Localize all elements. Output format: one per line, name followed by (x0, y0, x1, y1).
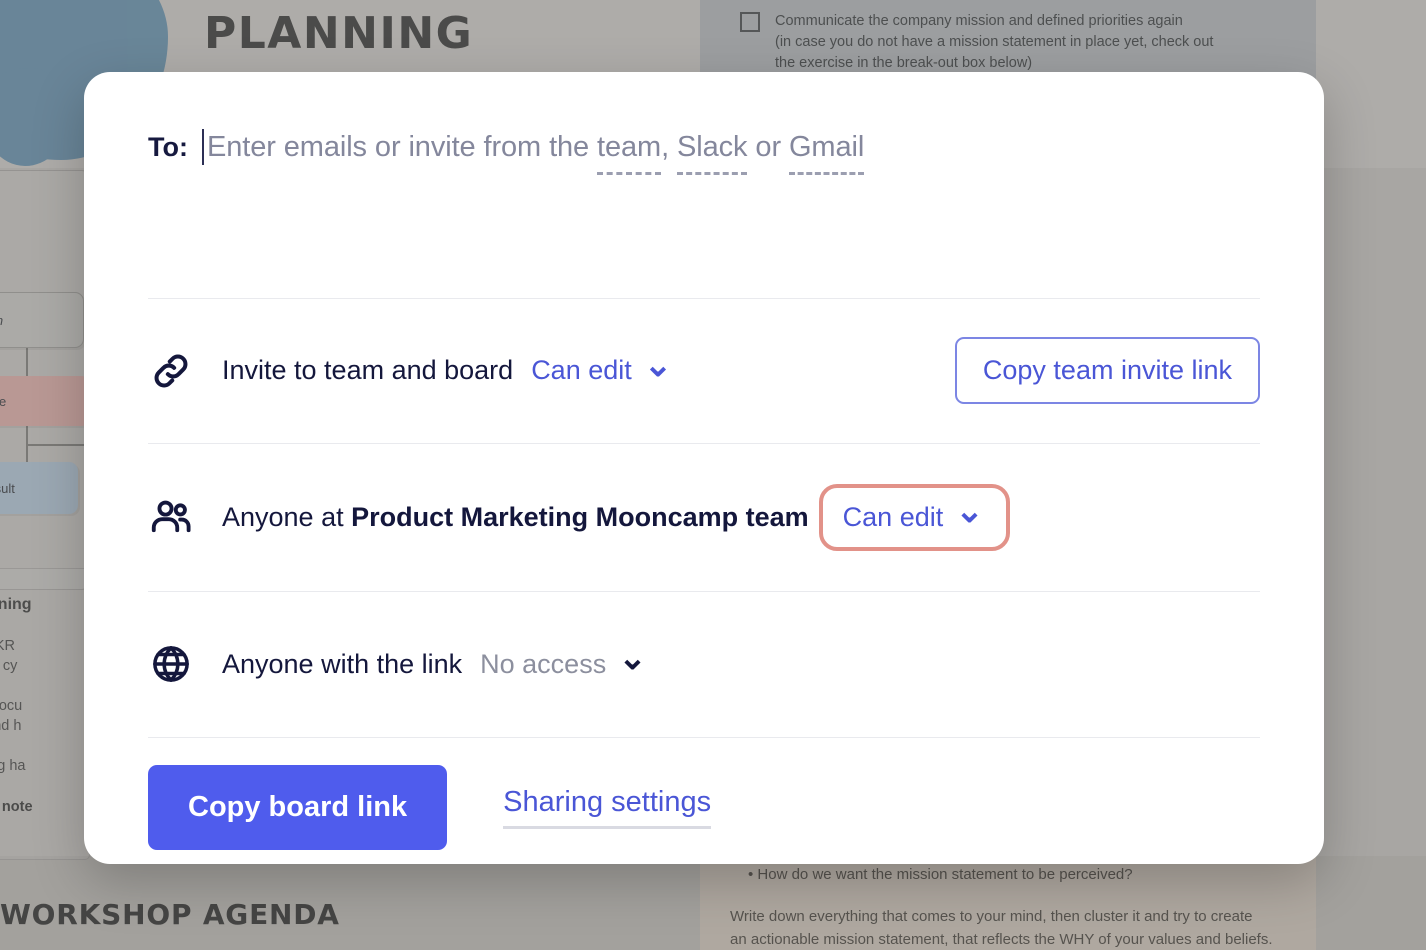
board-paragraph-text: Write down everything that comes to your… (730, 908, 1273, 948)
board-bullet-text: • How do we want the mission statement t… (748, 866, 1133, 883)
copy-board-link-button[interactable]: Copy board link (148, 765, 448, 850)
share-row-invite-team-board: Invite to team and board Can edit ⌄ Copy… (84, 298, 1324, 443)
divider (148, 737, 1260, 738)
chevron-down-icon: ⌄ (955, 492, 984, 531)
placeholder-slack-link[interactable]: Slack (677, 130, 748, 175)
board-left-panel-bold-line: ck the note (0, 799, 33, 815)
permission-value: Can edit (531, 355, 632, 385)
permission-dropdown-invite[interactable]: Can edit ⌄ (531, 345, 673, 386)
share-row-label-lead: Anyone at (222, 501, 352, 532)
text-caret (201, 129, 204, 165)
globe-icon (148, 642, 194, 686)
copy-team-invite-link-button[interactable]: Copy team invite link (954, 337, 1260, 404)
share-row-team-access: Anyone at Product Marketing Mooncamp tea… (84, 443, 1324, 591)
permission-value: Can edit (842, 501, 944, 532)
board-checklist-text: Communicate the company mission and defi… (775, 13, 1214, 71)
permission-value: No access (480, 648, 607, 679)
share-row-label: Invite to team and board (222, 355, 514, 385)
invite-to-row: To: Enter emails or invite from the team… (84, 72, 1324, 222)
permission-dropdown-public-link[interactable]: No access ⌄ (480, 639, 647, 680)
board-heading-planning: PLANNING (204, 8, 474, 59)
screen: PLANNING Mission Objective Key Result R … (0, 0, 1426, 950)
sharing-settings-link[interactable]: Sharing settings (503, 786, 712, 829)
placeholder-lead: Enter emails or invite from the (206, 130, 598, 163)
checkbox-icon (740, 12, 760, 32)
team-name: Product Marketing Mooncamp team (351, 501, 809, 532)
placeholder-team-link[interactable]: team (597, 130, 661, 175)
chevron-down-icon: ⌄ (618, 639, 647, 678)
share-row-label: Anyone with the link (222, 648, 463, 679)
link-icon (148, 349, 194, 393)
board-left-panel-title: R Planning (0, 596, 32, 613)
to-label: To: (148, 131, 188, 162)
permission-dropdown-team-highlight[interactable]: Can edit ⌄ (818, 483, 1010, 551)
okr-node-objective: Objective (0, 376, 90, 426)
invite-email-input[interactable]: Enter emails or invite from the team, Sl… (201, 124, 1260, 175)
okr-node-key-result: Key Result (0, 462, 78, 514)
placeholder-gmail-link[interactable]: Gmail (788, 130, 864, 175)
placeholder-comma: , (661, 130, 678, 163)
invite-email-placeholder: Enter emails or invite from the team, Sl… (206, 130, 864, 175)
share-row-label: Anyone at Product Marketing Mooncamp tea… (222, 502, 809, 533)
people-icon (148, 495, 194, 539)
share-row-public-link: Anyone with the link No access ⌄ (84, 591, 1324, 737)
okr-node-mission: Mission (0, 292, 84, 348)
chevron-down-icon: ⌄ (643, 345, 673, 384)
share-dialog: To: Enter emails or invite from the team… (84, 72, 1324, 864)
permission-dropdown-team[interactable]: Can edit ⌄ (842, 492, 984, 533)
blob-tail (0, 68, 66, 166)
placeholder-or: or (747, 130, 789, 163)
dialog-footer: Copy board link Sharing settings (148, 765, 712, 850)
board-heading-workshop-agenda: WORKSHOP AGENDA (0, 898, 340, 931)
okr-connector (26, 348, 28, 376)
